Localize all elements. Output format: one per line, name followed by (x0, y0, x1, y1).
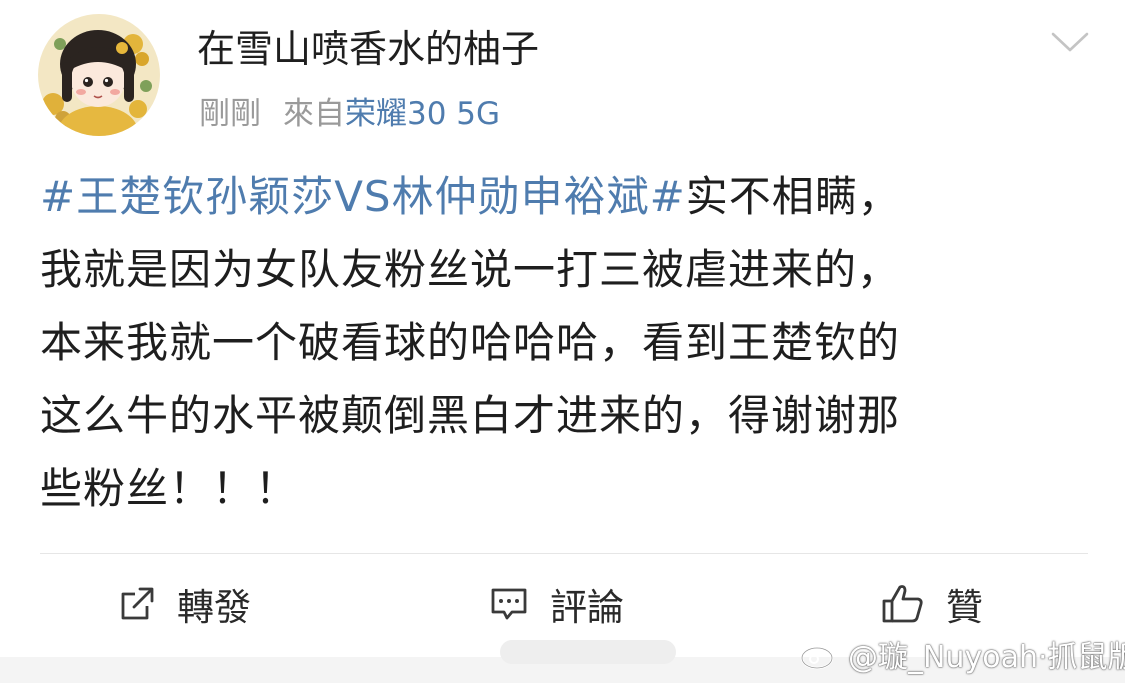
blurred-indicator (500, 640, 676, 664)
comment-button[interactable]: 評論 (488, 578, 624, 630)
username[interactable]: 在雪山喷香水的柚子 (197, 26, 539, 72)
like-button[interactable]: 贊 (880, 578, 983, 630)
post-text-segment: 实不相瞒， (685, 172, 901, 221)
divider (40, 553, 1088, 554)
post-time: 剛剛 (199, 96, 261, 132)
post-text-segment: 些粉丝！！！ (40, 464, 299, 513)
comment-icon (491, 588, 527, 620)
post-line: 些粉丝！！！ (40, 452, 1090, 525)
watermark-text: @璇_Nuyoah·抓鼠版 (848, 640, 1125, 675)
post-text-segment: 本来我就一个破看球的哈哈哈，看到王楚钦的 (40, 318, 901, 367)
device-link[interactable]: 荣耀30 5G (345, 96, 500, 132)
post-text-segment: 我就是因为女队友粉丝说一打三被虐进来的， (40, 245, 901, 294)
chevron-down-icon[interactable] (1050, 30, 1090, 54)
watermark: @璇_Nuyoah·抓鼠版 (800, 632, 1125, 676)
weibo-post-card: 在雪山喷香水的柚子 剛剛 來自荣耀30 5G #王楚钦孙颖莎VS林仲勋申裕斌#实不… (0, 0, 1125, 683)
post-meta: 剛剛 來自荣耀30 5G (199, 94, 500, 134)
post-line: #王楚钦孙颖莎VS林仲勋申裕斌#实不相瞒， (40, 160, 1090, 233)
weibo-logo-icon (800, 640, 838, 670)
post-text-segment: 这么牛的水平被颠倒黑白才进来的，得谢谢那 (40, 391, 901, 440)
post-line: 本来我就一个破看球的哈哈哈，看到王楚钦的 (40, 306, 1090, 379)
thumbs-up-icon (882, 585, 923, 623)
like-label: 贊 (946, 586, 983, 629)
avatar[interactable] (38, 14, 160, 136)
post-text: #王楚钦孙颖莎VS林仲勋申裕斌#实不相瞒， 我就是因为女队友粉丝说一打三被虐进来的… (40, 160, 1090, 525)
repost-icon (121, 587, 154, 620)
avatar-image (38, 14, 160, 136)
repost-button[interactable]: 轉發 (117, 578, 251, 630)
comment-label: 評論 (550, 586, 624, 629)
repost-label: 轉發 (177, 586, 251, 629)
post-line: 这么牛的水平被颠倒黑白才进来的，得谢谢那 (40, 379, 1090, 452)
hashtag-link[interactable]: #王楚钦孙颖莎VS林仲勋申裕斌# (40, 172, 686, 221)
source-prefix: 來自 (283, 96, 345, 132)
post-line: 我就是因为女队友粉丝说一打三被虐进来的， (40, 233, 1090, 306)
